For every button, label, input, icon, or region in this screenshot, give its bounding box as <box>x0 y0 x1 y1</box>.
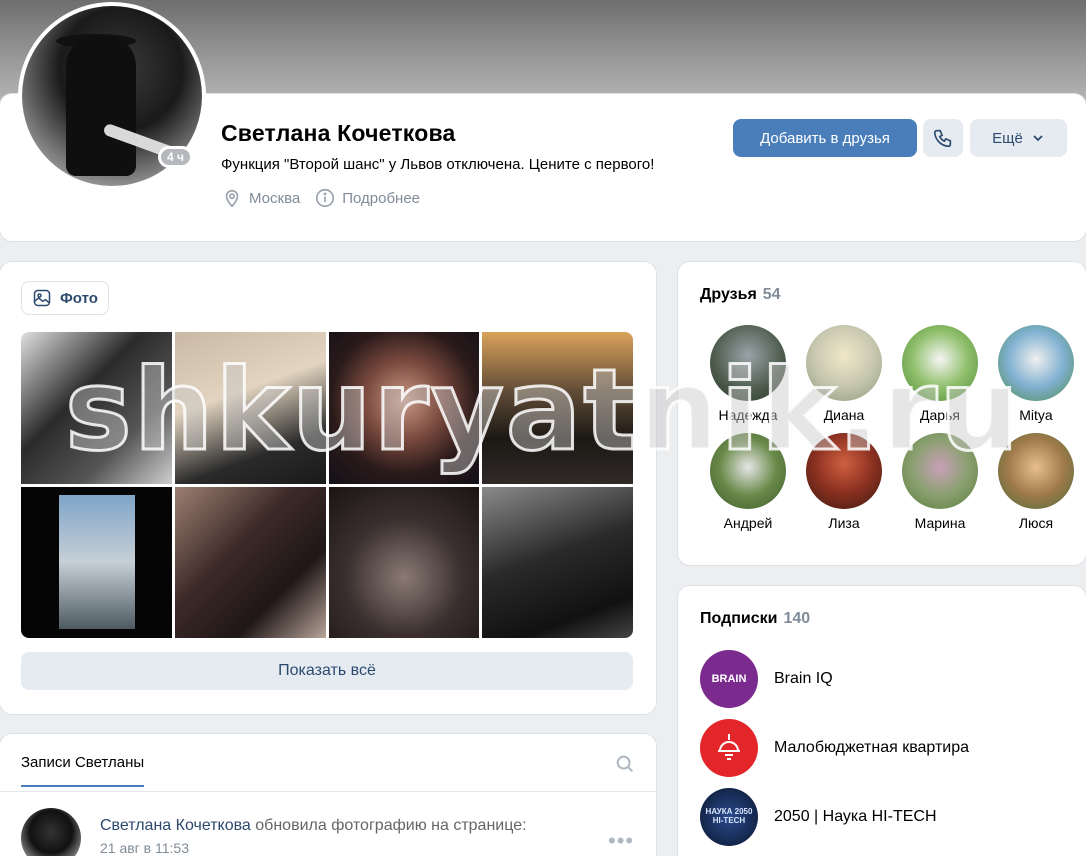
tab-photos-label: Фото <box>60 289 98 307</box>
post-author-avatar[interactable] <box>21 808 81 856</box>
wall-card: Записи Светланы Светлана Кочеткова обнов… <box>0 734 656 856</box>
post-date[interactable]: 21 авг в 11:53 <box>100 840 189 856</box>
friend-item[interactable]: Mitya <box>988 325 1084 425</box>
profile-status: Функция "Второй шанс" у Львов отключена.… <box>221 156 655 173</box>
subscription-item[interactable]: НАУКА 2050 HI-TECH 2050 | Наука HI-TECH <box>700 788 937 846</box>
subscription-logo <box>700 719 758 777</box>
friend-avatar <box>710 325 786 401</box>
post-menu-icon[interactable]: ••• <box>608 828 634 854</box>
friend-item[interactable]: Лиза <box>796 433 892 533</box>
subscription-item[interactable]: Малобюджетная квартира <box>700 719 969 777</box>
friends-grid: Надежда Диана Дарья Mitya Андрей Лиза Ма… <box>700 325 1074 533</box>
phone-icon <box>933 129 952 148</box>
friend-item[interactable]: Диана <box>796 325 892 425</box>
friend-item[interactable]: Люся <box>988 433 1084 533</box>
photo-thumbnail[interactable] <box>21 486 172 638</box>
photo-thumbnail[interactable] <box>328 332 480 484</box>
friend-avatar <box>806 325 882 401</box>
post-author-link[interactable]: Светлана Кочеткова <box>100 817 251 834</box>
call-button[interactable] <box>923 119 963 157</box>
friend-name: Mitya <box>1019 407 1053 423</box>
subscription-name: Brain IQ <box>774 670 833 687</box>
more-label: Ещё <box>992 129 1023 147</box>
friends-card: Друзья 54 Надежда Диана Дарья Mitya Андре… <box>678 262 1086 565</box>
friend-name: Надежда <box>718 407 778 423</box>
more-button[interactable]: Ещё <box>970 119 1067 157</box>
friend-item[interactable]: Марина <box>892 433 988 533</box>
friend-name: Лиза <box>828 515 860 531</box>
friend-name: Люся <box>1018 515 1054 531</box>
search-icon[interactable] <box>614 753 636 775</box>
subscriptions-title-label: Подписки <box>700 610 778 627</box>
friend-avatar <box>806 433 882 509</box>
friends-title-label: Друзья <box>700 286 757 303</box>
post-header: Светлана Кочеткова обновила фотографию н… <box>100 817 527 835</box>
tab-photos[interactable]: Фото <box>21 281 109 315</box>
subscription-name: Малобюджетная квартира <box>774 739 970 756</box>
friends-title[interactable]: Друзья 54 <box>700 286 781 304</box>
divider <box>0 791 656 792</box>
friend-name: Диана <box>823 407 865 423</box>
friend-name: Дарья <box>920 407 960 423</box>
post-action-text: обновила фотографию на странице: <box>255 817 527 834</box>
info-icon <box>316 188 335 208</box>
friend-avatar <box>998 325 1074 401</box>
details-link[interactable]: Подробнее <box>314 187 420 209</box>
friends-count: 54 <box>762 286 781 303</box>
avatar-figure-shape <box>66 36 136 176</box>
photo-thumbnail[interactable] <box>174 332 326 484</box>
subscriptions-title[interactable]: Подписки 140 <box>700 610 810 628</box>
photo-thumbnail[interactable] <box>482 486 633 638</box>
photo-thumbnail[interactable] <box>482 332 633 484</box>
details-label: Подробнее <box>342 189 421 207</box>
chevron-down-icon <box>1033 135 1043 142</box>
photo-thumbnail[interactable] <box>21 332 172 484</box>
photo-thumbnail[interactable] <box>328 486 480 638</box>
photo-thumbnail[interactable] <box>174 486 326 638</box>
friend-avatar <box>998 433 1074 509</box>
subscription-logo-text: BRAIN <box>711 673 747 685</box>
friend-item[interactable]: Андрей <box>700 433 796 533</box>
subscription-logo: BRAIN <box>700 650 758 708</box>
show-all-photos-button[interactable]: Показать всё <box>21 652 633 690</box>
tab-wall-posts[interactable]: Записи Светланы <box>21 754 145 787</box>
subscription-name: 2050 | Наука HI-TECH <box>774 808 937 825</box>
friend-avatar <box>902 433 978 509</box>
friend-name: Андрей <box>723 515 773 531</box>
city-label: Москва <box>249 189 301 207</box>
subscription-logo: НАУКА 2050 HI-TECH <box>700 788 758 846</box>
lamp-icon <box>718 734 740 760</box>
photo-inner-frame <box>59 494 135 629</box>
friend-item[interactable]: Дарья <box>892 325 988 425</box>
location-pin-icon <box>225 189 239 208</box>
subscription-item[interactable]: BRAIN Brain IQ <box>700 650 833 708</box>
photo-grid <box>21 332 633 638</box>
friend-item[interactable]: Надежда <box>700 325 796 425</box>
city-info: Москва <box>221 187 300 209</box>
profile-name: Светлана Кочеткова <box>221 120 456 146</box>
photos-card: Фото Показать всё <box>0 262 656 714</box>
image-icon <box>33 289 51 307</box>
profile-meta: Москва Подробнее <box>221 187 420 209</box>
subscription-logo-text: НАУКА 2050 HI-TECH <box>705 807 753 825</box>
last-seen-badge: 4 ч <box>158 146 193 168</box>
friend-avatar <box>902 325 978 401</box>
friend-avatar <box>710 433 786 509</box>
subscriptions-count: 140 <box>783 610 811 627</box>
subscriptions-card: Подписки 140 BRAIN Brain IQ Малобюджетная… <box>678 586 1086 856</box>
add-friend-button[interactable]: Добавить в друзья <box>733 119 917 157</box>
friend-name: Марина <box>914 515 966 531</box>
